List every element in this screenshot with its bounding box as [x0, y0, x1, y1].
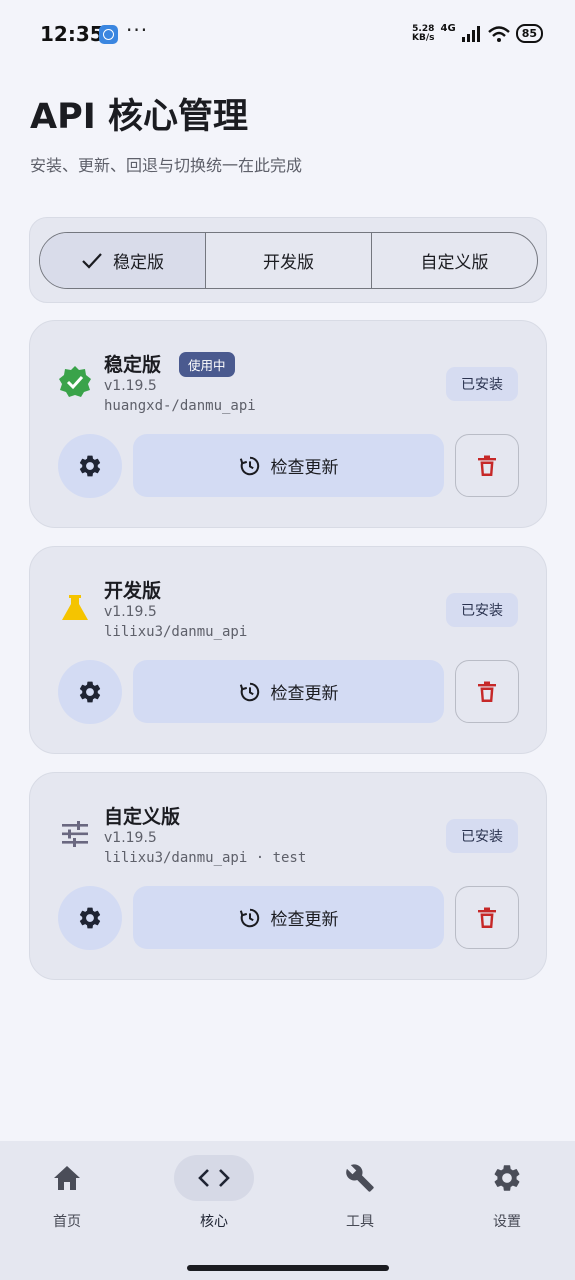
card-settings-button[interactable] [58, 886, 122, 950]
check-update-label: 检查更新 [270, 910, 339, 930]
card-settings-button[interactable] [58, 660, 122, 724]
core-card-dev: 开发版 v1.19.5 lilixu3/danmu_api 已安装 检查更新 [29, 546, 547, 754]
card-version: v1.19.5 [104, 604, 157, 620]
delete-button[interactable] [455, 434, 519, 497]
installed-chip: 已安装 [446, 367, 518, 401]
wrench-icon [346, 1164, 374, 1192]
check-update-button[interactable]: 检查更新 [133, 886, 444, 949]
home-indicator[interactable] [187, 1265, 389, 1271]
network-type: 4G [440, 23, 456, 34]
delete-button[interactable] [455, 660, 519, 723]
wifi-icon [487, 25, 510, 42]
page-subtitle: 安装、更新、回退与切换统一在此完成 [30, 156, 303, 175]
nav-label: 设置 [493, 1214, 521, 1230]
code-icon [198, 1169, 230, 1187]
card-repo: lilixu3/danmu_api · test [104, 850, 307, 866]
network-speed: 5.28 KB/s [412, 23, 435, 43]
nav-item-core[interactable]: 核心 [164, 1155, 264, 1231]
gear-icon [79, 907, 101, 929]
more-notifications-icon: ··· [126, 18, 149, 42]
check-icon [82, 252, 102, 269]
core-card-custom: 自定义版 v1.19.5 lilixu3/danmu_api · test 已安… [29, 772, 547, 980]
card-title: 开发版 [104, 580, 162, 602]
card-title: 稳定版 [104, 354, 162, 376]
update-icon [239, 682, 259, 701]
card-version: v1.19.5 [104, 830, 157, 846]
nav-label: 首页 [53, 1214, 81, 1230]
nav-item-tools[interactable]: 工具 [310, 1155, 410, 1231]
trash-icon [478, 907, 496, 928]
gear-icon [494, 1165, 520, 1191]
segment-stable[interactable]: 稳定版 [40, 233, 206, 288]
segment-label: 自定义版 [420, 253, 489, 273]
home-icon [54, 1166, 80, 1190]
flask-icon [58, 591, 92, 625]
channel-segmented-control: 稳定版 开发版 自定义版 [39, 232, 538, 289]
nav-item-settings[interactable]: 设置 [457, 1155, 557, 1231]
installed-chip: 已安装 [446, 593, 518, 627]
channel-selector-panel: 稳定版 开发版 自定义版 [29, 217, 547, 303]
check-update-label: 检查更新 [270, 684, 339, 704]
card-version: v1.19.5 [104, 378, 157, 394]
gear-icon [79, 681, 101, 703]
nav-item-home[interactable]: 首页 [17, 1155, 117, 1231]
verified-badge-icon [58, 365, 92, 399]
core-card-stable: 稳定版 使用中 v1.19.5 huangxd-/danmu_api 已安装 检… [29, 320, 547, 528]
battery-icon: 85 [515, 24, 543, 43]
card-repo: lilixu3/danmu_api [104, 624, 248, 640]
nav-label: 核心 [200, 1214, 228, 1230]
trash-icon [478, 681, 496, 702]
card-settings-button[interactable] [58, 434, 122, 498]
installed-chip: 已安装 [446, 819, 518, 853]
update-icon [239, 908, 259, 927]
gear-icon [79, 455, 101, 477]
delete-button[interactable] [455, 886, 519, 949]
page-title: API 核心管理 [30, 97, 248, 137]
app-icon [99, 25, 118, 44]
segment-dev[interactable]: 开发版 [206, 233, 372, 288]
signal-icon [461, 25, 480, 42]
segment-custom[interactable]: 自定义版 [372, 233, 537, 288]
tune-icon [58, 817, 92, 851]
update-icon [239, 456, 259, 475]
nav-label: 工具 [346, 1214, 374, 1230]
check-update-button[interactable]: 检查更新 [133, 660, 444, 723]
status-time: 12:35 [40, 22, 104, 46]
in-use-badge: 使用中 [179, 352, 235, 377]
status-bar: 12:35 ··· 5.28 KB/s 4G 85 [0, 0, 575, 70]
card-repo: huangxd-/danmu_api [104, 398, 256, 414]
check-update-label: 检查更新 [270, 458, 339, 478]
card-title: 自定义版 [104, 806, 181, 828]
check-update-button[interactable]: 检查更新 [133, 434, 444, 497]
trash-icon [478, 455, 496, 476]
bottom-navigation: 首页 核心 工具 设置 [0, 1141, 575, 1280]
segment-label: 开发版 [263, 253, 314, 273]
segment-label: 稳定版 [113, 253, 164, 273]
status-right: 5.28 KB/s 4G 85 [412, 24, 543, 43]
